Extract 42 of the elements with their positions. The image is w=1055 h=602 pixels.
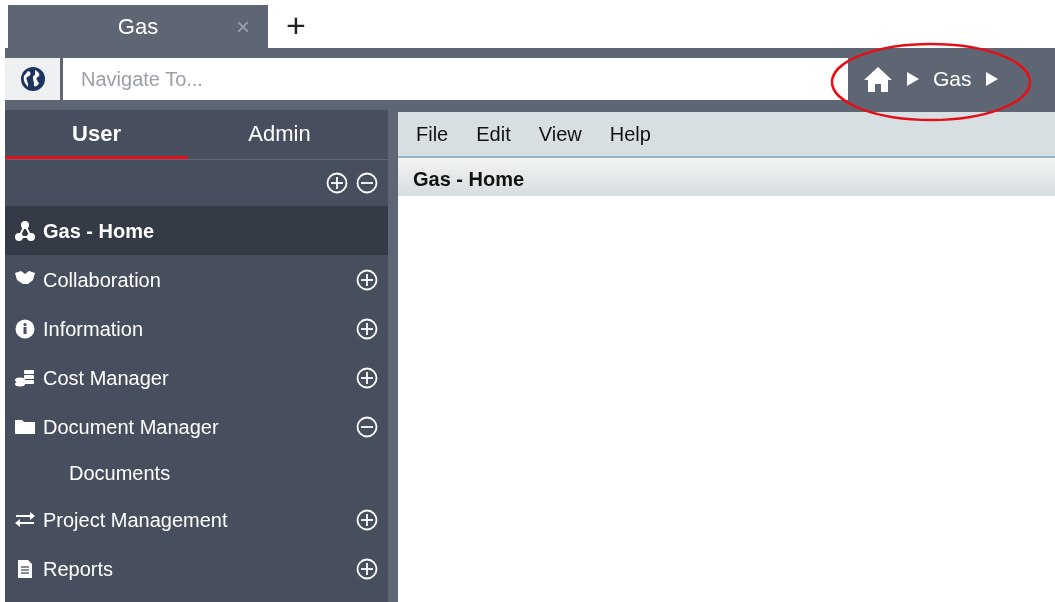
globe-button[interactable]: [5, 58, 60, 100]
new-tab-button[interactable]: +: [286, 8, 306, 42]
sidebar-item-label: Gas - Home: [43, 218, 156, 244]
menu-item[interactable]: Help: [609, 119, 651, 149]
sidebar-item-label: Cost Manager: [43, 365, 170, 391]
sidebar-tab[interactable]: User: [5, 110, 188, 159]
expand-icon[interactable]: [356, 268, 378, 291]
network-icon: [15, 220, 37, 241]
sidebar-item[interactable]: Gas - Home: [5, 206, 388, 255]
collapse-all-icon[interactable]: [356, 172, 378, 194]
sidebar-item[interactable]: Collaboration: [5, 255, 388, 304]
address-field[interactable]: Navigate To...: [63, 58, 848, 100]
browser-tab[interactable]: Gas ×: [8, 5, 268, 48]
sidebar-item[interactable]: Information: [5, 304, 388, 353]
info-icon: [15, 318, 37, 339]
sidebar-item[interactable]: Project Management: [5, 495, 388, 544]
sidebar-subitem[interactable]: Documents: [5, 451, 388, 495]
expand-icon[interactable]: [356, 366, 378, 389]
sidebar-item[interactable]: Reports: [5, 544, 388, 593]
separator-arrow-icon: [907, 72, 919, 86]
sidebar-item-label: Reports: [43, 556, 115, 582]
sidebar-item[interactable]: Cost Manager: [5, 353, 388, 402]
sidebar-item-label: Collaboration: [43, 267, 162, 293]
sidebar-item-label: Information: [43, 316, 145, 342]
coins-icon: [15, 367, 37, 388]
home-icon[interactable]: [863, 65, 893, 93]
menu-item[interactable]: File: [416, 119, 449, 149]
sidebar-item-label: Document Manager: [43, 414, 220, 440]
sidebar-item[interactable]: Document Manager: [5, 402, 388, 451]
collapse-icon[interactable]: [356, 415, 378, 438]
breadcrumb-link[interactable]: Gas: [933, 63, 972, 95]
expand-all-icon[interactable]: [326, 172, 348, 194]
menu-item[interactable]: View: [538, 119, 582, 149]
sidebar-tab[interactable]: Admin: [188, 110, 371, 159]
expand-icon[interactable]: [356, 317, 378, 340]
expand-icon[interactable]: [356, 557, 378, 580]
separator-arrow-icon: [985, 72, 998, 86]
arrows-icon: [15, 509, 37, 530]
expand-icon[interactable]: [356, 508, 378, 531]
page-title: Gas - Home: [398, 158, 1055, 196]
menu-item[interactable]: Edit: [476, 119, 511, 149]
sidebar-item-label: Project Management: [43, 507, 229, 533]
